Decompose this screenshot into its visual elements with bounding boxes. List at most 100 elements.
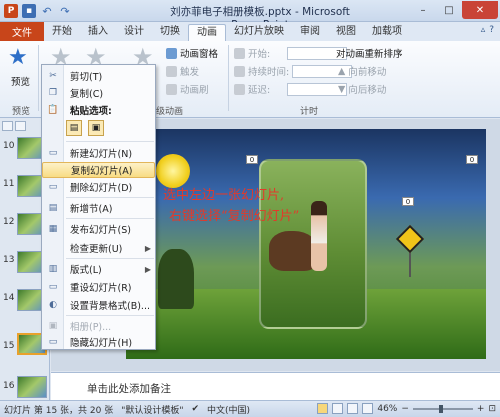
menu-item-check-updates[interactable]: 检查更新(U) ▶	[42, 240, 155, 256]
animation-tag[interactable]: 0	[246, 155, 258, 164]
theme-name[interactable]: "默认设计模板"	[117, 403, 187, 416]
menu-item-duplicate-slide[interactable]: 复制幻灯片(A)	[42, 162, 155, 178]
menu-item-label: 隐藏幻灯片(H)	[70, 338, 133, 349]
slide-number: 16	[3, 381, 15, 391]
notes-pane[interactable]: 单击此处添加备注	[51, 372, 500, 400]
slide-sorter-view-icon[interactable]	[332, 403, 344, 414]
maximize-button[interactable]: □	[436, 1, 462, 19]
notes-placeholder[interactable]: 单击此处添加备注	[87, 381, 171, 396]
tab-slideshow[interactable]: 幻灯片放映	[226, 24, 292, 41]
menu-item-reset-slide[interactable]: ▭ 重设幻灯片(R)	[42, 279, 155, 295]
menu-item-label: 重设幻灯片(R)	[70, 283, 132, 294]
powerpoint-logo-icon[interactable]: P	[4, 4, 18, 18]
slide-thumbnail[interactable]	[17, 376, 47, 398]
tab-transitions[interactable]: 切换	[152, 24, 188, 41]
slide-number: 15	[3, 341, 15, 351]
zoom-out-icon[interactable]: −	[401, 404, 409, 414]
move-earlier-button[interactable]: ▲ 向前移动	[338, 64, 387, 79]
menu-item-label: 版式(L)	[70, 265, 102, 276]
zoom-in-icon[interactable]: +	[477, 404, 485, 414]
paste-keep-format-icon[interactable]: ▤	[66, 120, 82, 136]
girl-image	[311, 201, 327, 271]
minimize-button[interactable]: –	[410, 1, 436, 19]
window-controls: – □ ✕	[410, 1, 498, 19]
menu-item-photo-album[interactable]: ▣ 相册(P)...	[42, 318, 155, 334]
tab-view[interactable]: 视图	[328, 24, 364, 41]
outline-tab[interactable]	[15, 121, 26, 131]
menu-item-delete-slide[interactable]: ▭ 删除幻灯片(D)	[42, 179, 155, 195]
animation-pane-button[interactable]: 动画窗格	[166, 46, 218, 60]
tab-insert[interactable]: 插入	[80, 24, 116, 41]
help-icon[interactable]: ?	[489, 25, 494, 35]
menu-item-cut[interactable]: ✂ 剪切(T)	[42, 68, 155, 84]
start-field[interactable]: 开始:	[234, 46, 348, 60]
preview-star-icon[interactable]: ★	[8, 45, 28, 70]
menu-item-add-section[interactable]: ▤ 新增节(A)	[42, 200, 155, 216]
zoom-slider[interactable]	[412, 404, 473, 413]
delay-field[interactable]: 延迟:	[234, 82, 348, 96]
add-section-icon: ▤	[48, 203, 58, 213]
arrow-down-icon: ▼	[338, 83, 346, 95]
sun-image	[156, 154, 190, 188]
zoom-level[interactable]: 46%	[377, 404, 397, 414]
slides-tab[interactable]	[2, 121, 13, 131]
slide-canvas[interactable]: 0 0 0 0	[126, 129, 486, 359]
menu-item-label: 删除幻灯片(D)	[70, 183, 133, 194]
paste-picture-icon[interactable]: ▣	[88, 120, 104, 136]
animation-painter-icon	[166, 83, 177, 95]
spellcheck-icon[interactable]: ✔	[188, 404, 204, 414]
preview-button-label[interactable]: 预览	[11, 74, 30, 88]
cut-icon: ✂	[49, 71, 57, 81]
menu-item-publish-slides[interactable]: ▦ 发布幻灯片(S)	[42, 221, 155, 237]
tab-file[interactable]: 文件	[0, 22, 44, 41]
menu-item-new-slide[interactable]: ▭ 新建幻灯片(N)	[42, 145, 155, 161]
start-icon	[234, 47, 245, 59]
tab-review[interactable]: 审阅	[292, 24, 328, 41]
paste-options: ▤ ▣	[66, 120, 104, 136]
duration-label: 持续时间:	[248, 67, 290, 78]
delay-icon	[234, 83, 245, 95]
tab-addins[interactable]: 加载项	[364, 24, 410, 41]
format-background-icon: ◐	[49, 300, 57, 310]
delete-slide-icon: ▭	[48, 182, 58, 192]
zoom-slider-knob[interactable]	[438, 404, 443, 413]
move-earlier-label: 向前移动	[348, 67, 387, 78]
animation-tag[interactable]: 0	[466, 155, 478, 164]
menu-item-copy[interactable]: ❐ 复制(C)	[42, 85, 155, 101]
menu-item-label: 检查更新(U)	[70, 244, 123, 255]
collapse-ribbon-icon[interactable]: ▵	[481, 25, 486, 35]
save-icon[interactable]: ▪	[22, 4, 36, 18]
new-slide-icon: ▭	[48, 148, 58, 158]
animation-painter-button[interactable]: 动画刷	[166, 82, 209, 96]
instruction-text-line2: 右键选择“复制幻灯片”	[169, 209, 300, 224]
normal-view-icon[interactable]	[317, 403, 329, 414]
menu-item-format-background[interactable]: ◐ 设置背景格式(B)...	[42, 297, 155, 313]
redo-icon[interactable]: ↷	[58, 4, 72, 18]
undo-icon[interactable]: ↶	[40, 4, 54, 18]
trigger-icon	[166, 65, 177, 77]
language-indicator[interactable]: 中文(中国)	[203, 403, 254, 416]
animation-tag[interactable]: 0	[402, 197, 414, 206]
tab-design[interactable]: 设计	[116, 24, 152, 41]
hide-slide-icon: ▭	[48, 337, 58, 347]
tab-animations[interactable]: 动画	[188, 24, 226, 41]
tab-home[interactable]: 开始	[44, 24, 80, 41]
trigger-button[interactable]: 触发	[166, 64, 199, 78]
photo-album-icon: ▣	[48, 321, 58, 331]
slideshow-view-icon[interactable]	[362, 403, 374, 414]
duration-icon	[234, 65, 245, 77]
close-button[interactable]: ✕	[462, 1, 498, 19]
timing-group-label: 计时	[300, 107, 319, 117]
reading-view-icon[interactable]	[347, 403, 359, 414]
ribbon-tabs: 文件 开始 插入 设计 切换 动画 幻灯片放映 审阅 视图 加载项 ▵ ?	[0, 22, 500, 41]
quick-access-toolbar: P ▪ ↶ ↷	[4, 4, 72, 18]
menu-item-layout[interactable]: ▥ 版式(L) ▶	[42, 261, 155, 277]
menu-item-hide-slide[interactable]: ▭ 隐藏幻灯片(H)	[42, 334, 155, 350]
slide-number: 11	[3, 179, 15, 189]
duration-field[interactable]: 持续时间:	[234, 64, 353, 78]
submenu-arrow-icon: ▶	[144, 264, 151, 274]
menu-separator	[66, 218, 154, 219]
fit-to-window-icon[interactable]: ⊡	[488, 404, 496, 414]
move-later-button[interactable]: ▼ 向后移动	[338, 82, 386, 97]
layout-icon: ▥	[48, 264, 58, 274]
